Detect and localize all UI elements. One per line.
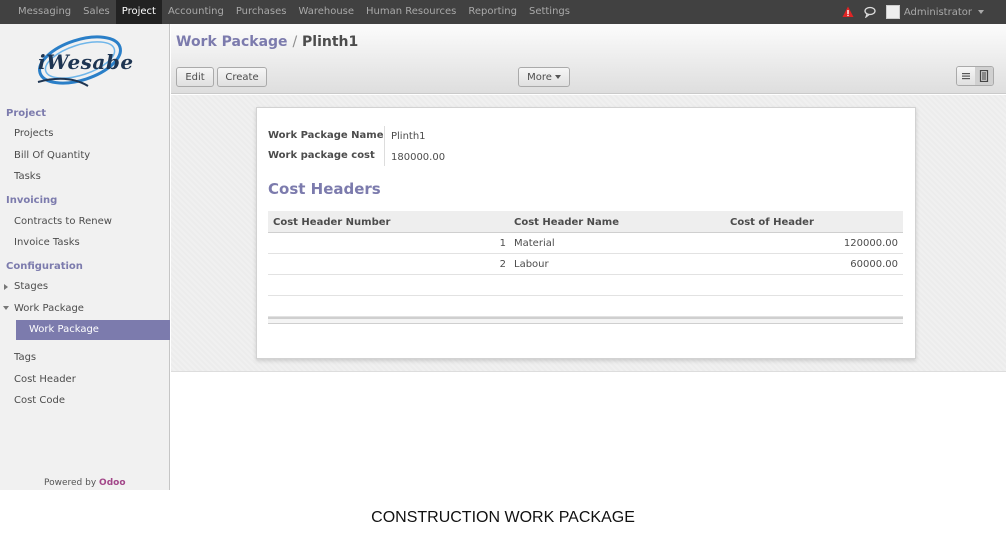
top-navigation-bar: Messaging Sales Project Accounting Purch…: [0, 0, 1006, 24]
field-value-work-package-name: Plinth1: [391, 131, 426, 142]
breadcrumb: Work Package / Plinth1: [176, 34, 358, 50]
breadcrumb-separator: /: [292, 34, 298, 50]
topbar-right: Administrator: [842, 0, 984, 24]
company-logo: iWesabe: [28, 30, 133, 94]
image-caption: CONSTRUCTION WORK PACKAGE: [371, 509, 635, 526]
section-title-configuration: Configuration: [6, 261, 83, 272]
more-button-label: More: [527, 71, 552, 83]
table-row[interactable]: 2 Labour 60000.00: [268, 254, 903, 275]
avatar: [885, 5, 900, 19]
cost-headers-title: Cost Headers: [268, 180, 381, 198]
main-content: Work Package / Plinth1 Edit Create More: [171, 24, 1006, 490]
create-button-label: Create: [225, 71, 259, 83]
sidebar-item-work-package-group[interactable]: Work Package: [14, 303, 84, 314]
menu-item-purchases[interactable]: Purchases: [230, 0, 293, 24]
sidebar-item-invoice-tasks[interactable]: Invoice Tasks: [14, 237, 80, 248]
chevron-down-icon[interactable]: [3, 306, 9, 310]
menu-item-reporting[interactable]: Reporting: [462, 0, 523, 24]
sidebar-item-projects[interactable]: Projects: [14, 128, 53, 139]
sidebar-item-cost-header[interactable]: Cost Header: [14, 374, 76, 385]
column-header-cost-header-number[interactable]: Cost Header Number: [273, 217, 390, 228]
menu-item-warehouse[interactable]: Warehouse: [292, 0, 360, 24]
user-name: Administrator: [903, 6, 972, 18]
menu-item-sales[interactable]: Sales: [77, 0, 116, 24]
edit-button-label: Edit: [185, 71, 205, 83]
cell-cost-header-number: 2: [499, 259, 506, 270]
edit-button[interactable]: Edit: [176, 67, 214, 87]
control-panel: Work Package / Plinth1 Edit Create More: [171, 24, 1006, 94]
table-header: Cost Header Number Cost Header Name Cost…: [268, 211, 903, 233]
user-menu[interactable]: Administrator: [885, 5, 984, 19]
field-label-work-package-cost: Work package cost: [268, 150, 375, 161]
menu-item-accounting[interactable]: Accounting: [162, 0, 230, 24]
section-title-invoicing: Invoicing: [6, 195, 58, 206]
field-divider: [384, 126, 385, 166]
table-row-empty: [268, 275, 903, 296]
sidebar-item-bill-of-quantity[interactable]: Bill Of Quantity: [14, 150, 90, 161]
sidebar-item-cost-code[interactable]: Cost Code: [14, 395, 65, 406]
powered-by-label: Powered by: [44, 478, 97, 488]
chevron-down-icon: [978, 10, 984, 14]
breadcrumb-parent[interactable]: Work Package: [176, 34, 288, 50]
column-header-cost-of-header[interactable]: Cost of Header: [730, 217, 814, 228]
sidebar-item-contracts-to-renew[interactable]: Contracts to Renew: [14, 216, 112, 227]
sidebar-item-stages[interactable]: Stages: [14, 281, 48, 292]
cell-cost-header-name: Material: [514, 238, 555, 249]
menu-item-human-resources[interactable]: Human Resources: [360, 0, 462, 24]
table-row[interactable]: 1 Material 120000.00: [268, 233, 903, 254]
column-header-cost-header-name[interactable]: Cost Header Name: [514, 217, 619, 228]
sidebar-item-work-package-active[interactable]: Work Package: [16, 320, 170, 340]
odoo-link[interactable]: Odoo: [99, 478, 125, 488]
caret-down-icon: [554, 75, 561, 79]
section-title-project: Project: [6, 108, 47, 119]
logo-prefix: i: [38, 50, 47, 74]
logo-text: Wesabe: [46, 50, 134, 74]
sidebar-item-tasks[interactable]: Tasks: [14, 171, 41, 182]
form-view-area: Work Package Name Plinth1 Work package c…: [171, 95, 1006, 372]
list-view-button[interactable]: [957, 67, 975, 85]
field-label-work-package-name: Work Package Name: [268, 130, 384, 141]
form-sheet: Work Package Name Plinth1 Work package c…: [256, 107, 916, 359]
cell-cost-of-header: 60000.00: [850, 259, 898, 270]
top-menu: Messaging Sales Project Accounting Purch…: [0, 0, 576, 24]
sidebar: iWesabe Project Projects Bill Of Quantit…: [0, 24, 170, 490]
form-view-button[interactable]: [975, 67, 993, 85]
create-button[interactable]: Create: [217, 67, 267, 87]
cell-cost-header-number: 1: [499, 238, 506, 249]
menu-item-settings[interactable]: Settings: [523, 0, 576, 24]
menu-item-project[interactable]: Project: [115, 0, 162, 24]
breadcrumb-current: Plinth1: [302, 34, 359, 50]
cell-cost-of-header: 120000.00: [843, 238, 898, 249]
view-switcher: [956, 66, 994, 86]
field-value-work-package-cost: 180000.00: [391, 152, 446, 163]
alert-icon[interactable]: [842, 6, 854, 18]
menu-item-messaging[interactable]: Messaging: [12, 0, 77, 24]
chat-icon[interactable]: [864, 6, 876, 18]
table-row-empty: [268, 296, 903, 317]
powered-by: Powered by Odoo: [44, 478, 126, 488]
sidebar-item-tags[interactable]: Tags: [14, 352, 36, 363]
cell-cost-header-name: Labour: [514, 259, 549, 270]
chevron-right-icon[interactable]: [4, 284, 8, 290]
list-view-icon: [962, 73, 970, 80]
table-footer: [268, 317, 903, 324]
form-view-icon: [979, 70, 989, 82]
more-button[interactable]: More: [518, 67, 570, 87]
